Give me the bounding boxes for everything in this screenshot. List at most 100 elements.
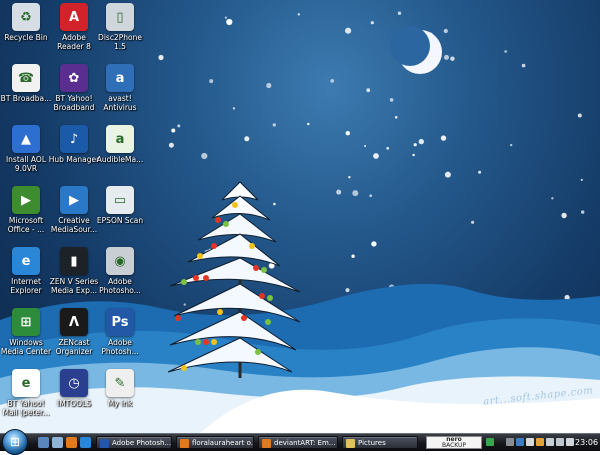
- snowflake: [443, 28, 448, 34]
- snowflake: [394, 116, 398, 119]
- nero-backup-toolbar[interactable]: nero BACKUP: [426, 436, 482, 449]
- ie-quicklaunch-icon[interactable]: [80, 437, 91, 448]
- zencast-icon: Λ: [60, 308, 88, 336]
- snowflake: [418, 138, 424, 145]
- desktop-icon-label: Recycle Bin: [4, 33, 48, 42]
- desktop-icon[interactable]: ♻ Recycle Bin: [0, 3, 52, 42]
- snowflake: [371, 241, 377, 247]
- phone-icon: ▯: [106, 3, 134, 31]
- start-button[interactable]: ⊞: [2, 429, 28, 455]
- desktop-icon-label: Microsoft Office - ...: [7, 216, 45, 234]
- desktop-icon-label: ZENcast Organizer: [55, 338, 93, 356]
- arrow-tray-icon[interactable]: [486, 438, 494, 446]
- desktop-icon[interactable]: ◉ Adobe Photosho...: [94, 247, 146, 295]
- desktop-icon[interactable]: ☎ BT Broadba...: [0, 64, 52, 103]
- desktop-icon-label: EPSON Scan: [96, 216, 144, 225]
- task-button-photoshop[interactable]: Adobe Photosh...: [96, 436, 172, 449]
- imtools-icon: ◷: [60, 369, 88, 397]
- desktop-icon[interactable]: Ps Adobe Photosh...: [94, 308, 146, 356]
- snowflake: [366, 88, 371, 93]
- desktop-icon[interactable]: ▭ EPSON Scan: [94, 186, 146, 225]
- hub-manager-icon: ♪: [60, 125, 88, 153]
- desktop-icon[interactable]: ◷ IMTOOLS: [48, 369, 100, 408]
- network-tray-icon[interactable]: [516, 438, 524, 446]
- task-button-floralauraheart[interactable]: floralauraheart o...: [176, 436, 254, 449]
- desktop-icon[interactable]: ▯ Disc2Phone 1.5: [94, 3, 146, 51]
- desktop-icon-label: Adobe Reader 8: [57, 33, 91, 51]
- desktop-icon-label: IMTOOLS: [56, 399, 91, 408]
- snowflake: [413, 143, 417, 147]
- snowflake: [412, 153, 415, 157]
- monitor-tray-icon[interactable]: [546, 438, 554, 446]
- snowflake: [183, 303, 186, 306]
- taskbar-clock[interactable]: 23:06: [575, 434, 598, 451]
- firefox-task-icon: [180, 439, 189, 448]
- snowflake: [330, 79, 335, 83]
- desktop-icon[interactable]: e BT Yahoo! Mail (peter...: [0, 369, 52, 417]
- windows-media-center-icon: ⊞: [12, 308, 40, 336]
- desktop-icon-label: AudibleMa...: [96, 155, 144, 164]
- taskbar: ⊞ Adobe Photosh... floralauraheart o... …: [0, 429, 600, 455]
- snowflake: [345, 27, 352, 34]
- snowflake: [345, 288, 350, 293]
- snowflake: [177, 124, 181, 128]
- snowflake: [471, 220, 475, 224]
- internet-explorer-icon: e: [12, 247, 40, 275]
- antivirus-tray-icon[interactable]: [536, 438, 544, 446]
- network-status-tray-icon[interactable]: [556, 438, 564, 446]
- camera-icon: ◉: [106, 247, 134, 275]
- desktop-icon[interactable]: a AudibleMa...: [94, 125, 146, 164]
- desktop-icon-label: Creative MediaSour...: [50, 216, 98, 234]
- show-desktop-icon[interactable]: [38, 437, 49, 448]
- snowflake: [561, 212, 567, 219]
- desktop-icon[interactable]: ▶ Microsoft Office - ...: [0, 186, 52, 234]
- snowflake: [364, 145, 367, 147]
- desktop-icon[interactable]: ▮ ZEN V Series Media Exp...: [48, 247, 100, 295]
- desktop-icon-label: Windows Media Center: [0, 338, 52, 356]
- switch-windows-icon[interactable]: [52, 437, 63, 448]
- desktop-icon[interactable]: A Adobe Reader 8: [48, 3, 100, 51]
- snowflake: [266, 82, 272, 89]
- desktop-icon[interactable]: ✎ My ink: [94, 369, 146, 408]
- ink-icon: ✎: [106, 369, 134, 397]
- aol-icon: ▲: [12, 125, 40, 153]
- desktop-icon[interactable]: ♪ Hub Manager: [48, 125, 100, 164]
- task-label: floralauraheart o...: [192, 439, 254, 447]
- mail-icon: e: [12, 369, 40, 397]
- task-label: Adobe Photosh...: [112, 439, 172, 447]
- desktop-icon-label: Adobe Photosho...: [99, 277, 141, 295]
- bluetooth-tray-icon[interactable]: [526, 438, 534, 446]
- desktop-icon[interactable]: e Internet Explorer: [0, 247, 52, 295]
- firefox-quicklaunch-icon[interactable]: [66, 437, 77, 448]
- desktop-icon[interactable]: ⊞ Windows Media Center: [0, 308, 52, 356]
- firefox-task-icon: [262, 439, 271, 448]
- snowflake: [504, 50, 508, 53]
- volume-tray-icon[interactable]: [566, 438, 574, 446]
- snowflake: [244, 136, 250, 142]
- snowflake: [297, 13, 300, 16]
- desktop-icon-label: Internet Explorer: [10, 277, 42, 295]
- desktop-icon[interactable]: a avast! Antivirus: [94, 64, 146, 112]
- desktop-icon[interactable]: Λ ZENcast Organizer: [48, 308, 100, 356]
- desktop-icon[interactable]: ▲ Install AOL 9.0VR: [0, 125, 52, 173]
- desktop-icon-label: ZEN V Series Media Exp...: [49, 277, 99, 295]
- desktop-icon-label: BT Broadba...: [0, 94, 52, 103]
- snowflake: [478, 170, 482, 174]
- chevron-left-icon[interactable]: [506, 438, 514, 446]
- snowflake: [351, 254, 355, 258]
- task-button-deviantart[interactable]: deviantART: Em...: [258, 436, 338, 449]
- snowflake: [510, 143, 513, 147]
- adobe-reader-icon: A: [60, 3, 88, 31]
- desktop-icon[interactable]: ✿ BT Yahoo! Broadband: [48, 64, 100, 112]
- snowflake: [158, 54, 164, 61]
- media-player-icon: ▶: [60, 186, 88, 214]
- snowflake: [444, 54, 449, 60]
- snowflake: [397, 11, 402, 15]
- desktop-icon-label: Install AOL 9.0VR: [5, 155, 47, 173]
- desktop-icon[interactable]: ▶ Creative MediaSour...: [48, 186, 100, 234]
- task-button-pictures[interactable]: Pictures: [342, 436, 418, 449]
- snowflake: [232, 107, 235, 110]
- snowflake: [389, 98, 394, 102]
- desktop-icon-label: BT Yahoo! Broadband: [53, 94, 95, 112]
- snowflake: [345, 131, 350, 136]
